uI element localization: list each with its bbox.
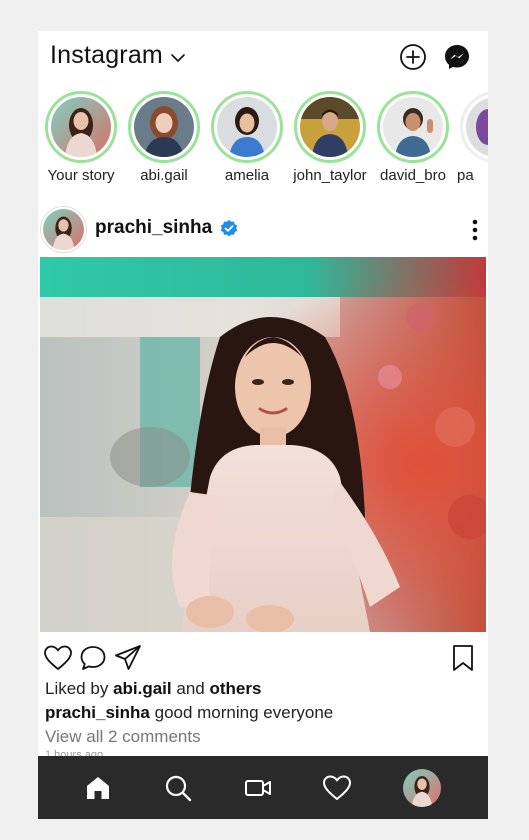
story-your-story[interactable]: Your story <box>38 91 124 184</box>
video-icon[interactable] <box>243 773 273 803</box>
bottom-nav <box>38 756 488 819</box>
heart-icon[interactable] <box>322 773 352 803</box>
post-username[interactable]: prachi_sinha <box>95 217 212 239</box>
story-name: abi.gail <box>140 167 188 184</box>
verified-badge-icon <box>220 220 238 237</box>
comment-icon[interactable] <box>78 643 108 673</box>
add-post-icon[interactable] <box>399 43 427 71</box>
stories-bar: Your story abi.gail amelia john_taylor d… <box>38 91 488 191</box>
brand-switcher[interactable]: Instagram <box>50 41 187 70</box>
story-david-bro[interactable]: david_bro <box>370 91 456 184</box>
search-icon[interactable] <box>163 773 193 803</box>
story-abi-gail[interactable]: abi.gail <box>121 91 207 184</box>
liked-by-prefix: Liked by <box>45 679 109 698</box>
home-icon[interactable] <box>83 773 113 803</box>
story-ring <box>460 91 488 163</box>
story-pa[interactable]: pa <box>453 91 488 184</box>
story-avatar <box>217 97 277 157</box>
story-name: john_taylor <box>293 167 367 184</box>
post-actions <box>38 639 488 679</box>
phone-frame: Instagram Your story abi.gail amelia joh… <box>38 31 488 819</box>
story-ring <box>294 91 366 163</box>
view-comments-link[interactable]: View all 2 comments <box>45 727 201 747</box>
profile-avatar[interactable] <box>403 769 441 807</box>
story-avatar <box>300 97 360 157</box>
story-avatar <box>383 97 443 157</box>
story-avatar <box>51 97 111 157</box>
post-author-avatar[interactable] <box>41 207 86 252</box>
story-ring <box>211 91 283 163</box>
liked-by-others[interactable]: others <box>209 679 261 698</box>
story-ring <box>45 91 117 163</box>
app-title: Instagram <box>50 41 163 69</box>
story-name: pa <box>457 167 474 184</box>
liked-by-user[interactable]: abi.gail <box>113 679 172 698</box>
story-avatar <box>134 97 194 157</box>
caption-username[interactable]: prachi_sinha <box>45 703 150 722</box>
caption-text: good morning everyone <box>154 703 334 722</box>
bookmark-icon[interactable] <box>448 643 478 673</box>
share-send-icon[interactable] <box>113 643 143 673</box>
liked-by-and: and <box>176 679 205 698</box>
post-header: prachi_sinha <box>38 205 488 255</box>
story-ring <box>128 91 200 163</box>
chevron-down-icon[interactable] <box>169 49 187 67</box>
story-name: amelia <box>224 167 270 184</box>
story-ring <box>377 91 449 163</box>
more-options-icon[interactable] <box>468 217 482 243</box>
app-header: Instagram <box>38 31 488 87</box>
story-name: david_bro <box>380 167 446 184</box>
story-amelia[interactable]: amelia <box>204 91 290 184</box>
story-john-taylor[interactable]: john_taylor <box>287 91 373 184</box>
likes-summary: Liked by abi.gail and others <box>45 679 261 699</box>
post-photo[interactable] <box>40 257 486 632</box>
messenger-icon[interactable] <box>443 43 471 71</box>
like-heart-icon[interactable] <box>43 643 73 673</box>
story-name: Your story <box>47 167 115 184</box>
story-avatar <box>466 97 488 157</box>
post-caption: prachi_sinha good morning everyone <box>45 703 333 723</box>
